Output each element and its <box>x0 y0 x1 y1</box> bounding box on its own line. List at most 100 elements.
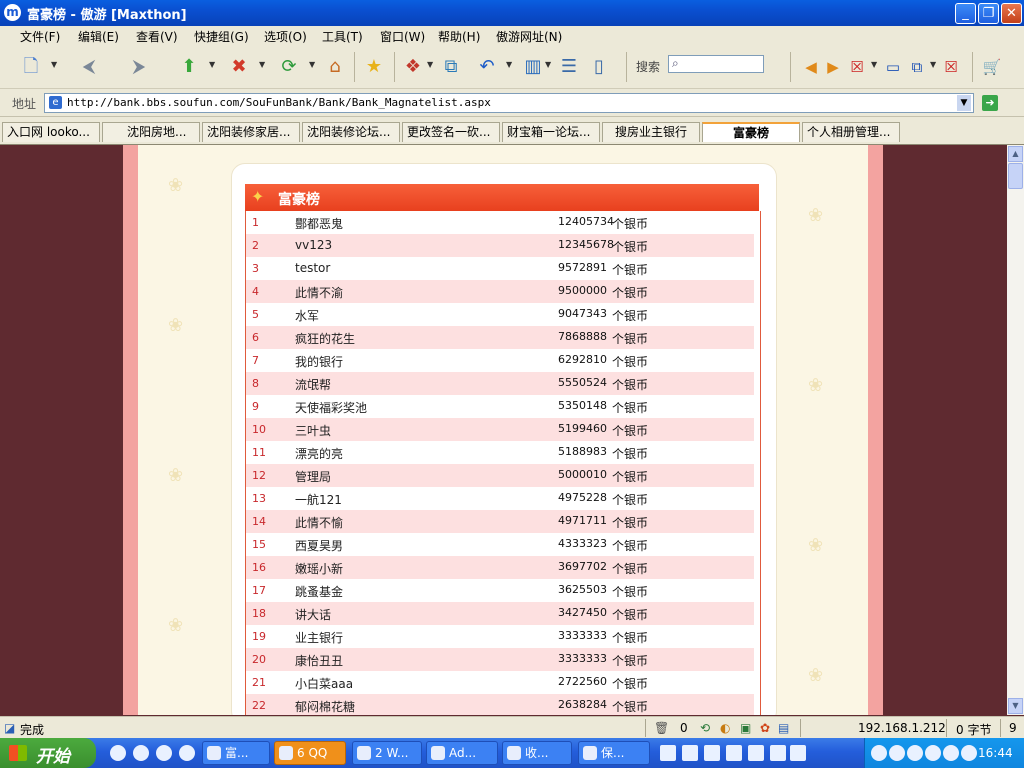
user-name-link[interactable]: 此情不愉 <box>295 514 343 531</box>
menu-window[interactable]: 窗口(W) <box>380 28 425 45</box>
minimize-button[interactable]: _ <box>955 3 976 24</box>
quicklaunch-app-icon[interactable] <box>179 745 195 761</box>
sidebar-icon[interactable]: ▯ <box>586 54 612 80</box>
user-name-link[interactable]: 西夏昊男 <box>295 537 343 554</box>
plugin-icon[interactable]: ◐ <box>720 721 730 735</box>
menu-options[interactable]: 选项(O) <box>264 28 307 45</box>
chevron-down-icon[interactable]: ▼ <box>259 60 265 69</box>
chevron-down-icon[interactable]: ▼ <box>309 60 315 69</box>
image-icon[interactable]: ▣ <box>740 721 751 735</box>
list-icon[interactable]: ☰ <box>556 54 582 80</box>
groups-icon[interactable]: ❖ <box>400 54 426 80</box>
flower-icon[interactable]: ✿ <box>760 721 770 735</box>
tray-monitor-icon[interactable] <box>770 745 786 761</box>
restore-button[interactable]: ❐ <box>978 3 999 24</box>
tray-network-icon[interactable] <box>889 745 905 761</box>
go-button[interactable]: ➜ <box>982 95 998 111</box>
tray-arrow-icon[interactable] <box>871 745 887 761</box>
refresh-icon[interactable]: ⟳ <box>276 54 302 80</box>
user-name-link[interactable]: 小白菜aaa <box>295 675 353 692</box>
chevron-down-icon[interactable]: ▼ <box>506 60 512 69</box>
chevron-down-icon[interactable]: ▼ <box>957 95 971 111</box>
tab-decor-forum[interactable]: 沈阳装修论坛... <box>302 122 400 142</box>
user-name-link[interactable]: 一航121 <box>295 491 342 508</box>
menu-sites[interactable]: 傲游网址(N) <box>496 28 562 45</box>
menu-help[interactable]: 帮助(H) <box>438 28 480 45</box>
up-icon[interactable]: ⬆ <box>176 54 202 80</box>
start-button[interactable]: 开始 <box>0 738 96 768</box>
tray-chat-icon[interactable] <box>704 745 720 761</box>
tray-pen-icon[interactable] <box>682 745 698 761</box>
chevron-down-icon[interactable]: ▼ <box>930 60 936 69</box>
columns-icon[interactable]: ▥ <box>520 54 546 80</box>
scroll-up-icon[interactable]: ▲ <box>1008 146 1023 162</box>
menu-view[interactable]: 查看(V) <box>136 28 178 45</box>
home-icon[interactable]: ⌂ <box>322 54 348 80</box>
tray-phone-icon[interactable] <box>790 745 806 761</box>
scroll-down-icon[interactable]: ▼ <box>1008 698 1023 714</box>
tab-photo-album[interactable]: 个人相册管理... <box>802 122 900 142</box>
user-name-link[interactable]: 郁闷棉花糖 <box>295 698 355 715</box>
tray-qr-icon[interactable] <box>660 745 676 761</box>
sync-icon[interactable]: ⟲ <box>700 721 710 735</box>
user-name-link[interactable]: 漂亮的亮 <box>295 445 343 462</box>
user-name-link[interactable]: 水军 <box>295 307 319 324</box>
tab-treasure-box[interactable]: 财宝箱一论坛... <box>502 122 600 142</box>
next-tab-icon[interactable]: ▶ <box>820 54 846 80</box>
user-name-link[interactable]: 业主银行 <box>295 629 343 646</box>
tab-looko[interactable]: 入口网 looko... <box>2 122 100 142</box>
task-maxthon[interactable]: 富... <box>202 741 270 765</box>
tab-magnate-list[interactable]: 富豪榜 <box>702 122 800 142</box>
quicklaunch-download-icon[interactable] <box>156 745 172 761</box>
quicklaunch-maxthon-icon[interactable] <box>133 745 149 761</box>
window-icon[interactable]: ⧉ <box>438 54 464 80</box>
quicklaunch-ie-icon[interactable] <box>110 745 126 761</box>
tray-volume-icon[interactable] <box>943 745 959 761</box>
task-collect[interactable]: 收... <box>502 741 572 765</box>
chevron-down-icon[interactable]: ▼ <box>209 60 215 69</box>
user-name-link[interactable]: 天使福彩奖池 <box>295 399 367 416</box>
search-input[interactable]: ⌕ <box>668 55 764 73</box>
task-explorer[interactable]: 2 W... <box>352 741 422 765</box>
menu-groups[interactable]: 快捷组(G) <box>194 28 249 45</box>
stop-icon[interactable]: ✖ <box>226 54 252 80</box>
user-name-link[interactable]: 康怡丑丑 <box>295 652 343 669</box>
tray-screen-icon[interactable] <box>748 745 764 761</box>
user-name-link[interactable]: 讲大话 <box>295 606 331 623</box>
chevron-down-icon[interactable]: ▼ <box>427 60 433 69</box>
menu-tools[interactable]: 工具(T) <box>322 28 363 45</box>
user-name-link[interactable]: vv123 <box>295 238 332 252</box>
tab-change-signature[interactable]: 更改签名一砍... <box>402 122 500 142</box>
user-name-link[interactable]: 流氓帮 <box>295 376 331 393</box>
user-name-link[interactable]: 此情不渝 <box>295 284 343 301</box>
address-input[interactable]: e http://bank.bbs.soufun.com/SouFunBank/… <box>44 93 974 113</box>
screen-icon[interactable]: ▤ <box>778 721 789 735</box>
chevron-down-icon[interactable]: ▼ <box>51 60 57 69</box>
chevron-down-icon[interactable]: ▼ <box>545 60 551 69</box>
trash-icon[interactable]: 🗑 <box>654 721 669 735</box>
user-name-link[interactable]: 三叶虫 <box>295 422 331 439</box>
user-name-link[interactable]: 管理局 <box>295 468 331 485</box>
user-name-link[interactable]: 跳蚤基金 <box>295 583 343 600</box>
user-name-link[interactable]: 我的银行 <box>295 353 343 370</box>
chevron-down-icon[interactable]: ▼ <box>871 60 877 69</box>
task-qq[interactable]: 6 QQ <box>274 741 346 765</box>
back-icon[interactable]: ⮜ <box>76 54 102 80</box>
user-name-link[interactable]: 疯狂的花生 <box>295 330 355 347</box>
menu-edit[interactable]: 编辑(E) <box>78 28 119 45</box>
undo-icon[interactable]: ↶ <box>474 54 500 80</box>
tray-user-icon[interactable] <box>961 745 977 761</box>
tray-lock-icon[interactable] <box>726 745 742 761</box>
favorites-star-icon[interactable]: ★ <box>361 54 387 80</box>
tab-owner-bank[interactable]: 搜房业主银行 <box>602 122 700 142</box>
close-all-icon[interactable]: ☒ <box>938 54 964 80</box>
cart-icon[interactable]: 🛒 <box>979 54 1005 80</box>
task-ad[interactable]: Ad... <box>426 741 498 765</box>
close-button[interactable]: ✕ <box>1001 3 1022 24</box>
scroll-thumb[interactable] <box>1008 163 1023 189</box>
menu-file[interactable]: 文件(F) <box>20 28 60 45</box>
user-name-link[interactable]: 嫩瑶小新 <box>295 560 343 577</box>
tab-shenyang-realestate[interactable]: 沈阳房地... <box>102 122 200 142</box>
tray-maxthon-icon[interactable] <box>907 745 923 761</box>
minimize-tab-icon[interactable]: ▭ <box>880 54 906 80</box>
